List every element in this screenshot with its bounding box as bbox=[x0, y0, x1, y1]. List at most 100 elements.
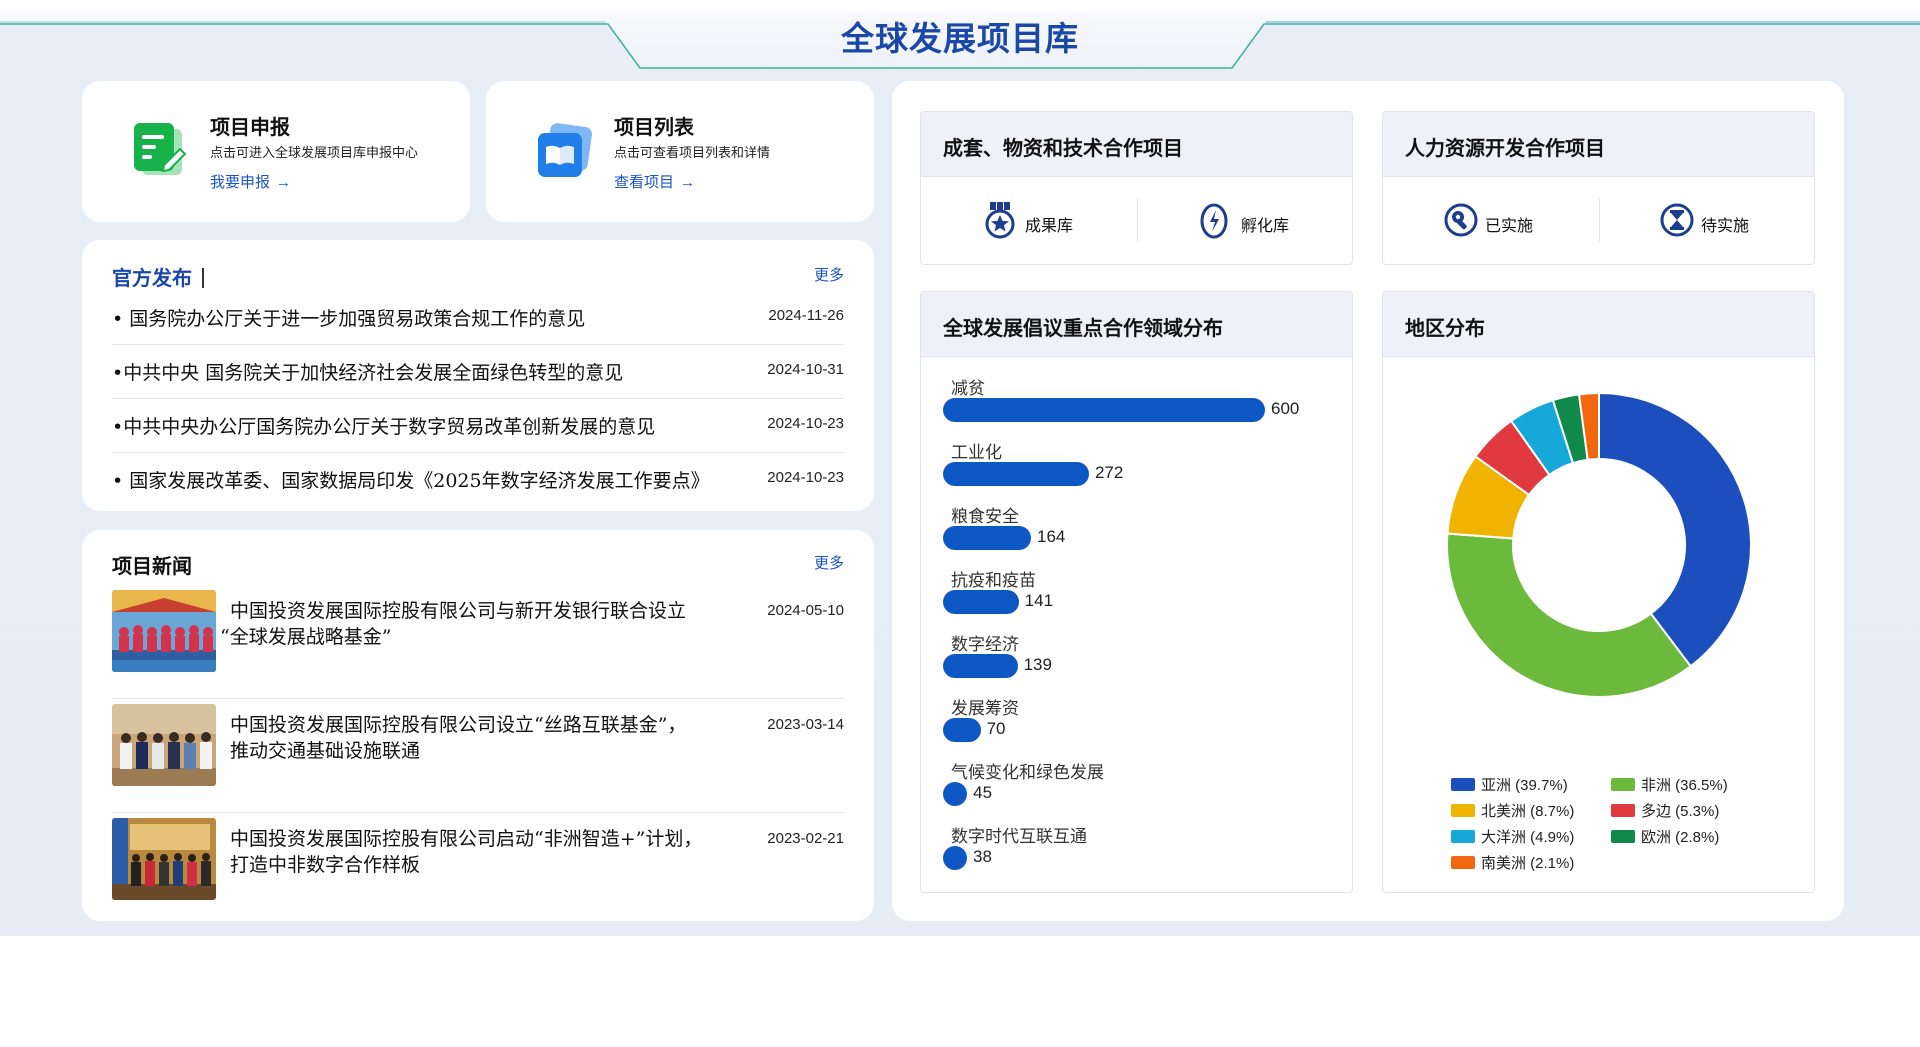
bar[interactable] bbox=[943, 782, 968, 806]
bar-value-label: 272 bbox=[1094, 463, 1124, 482]
project-list-card[interactable]: 项目列表 点击可查看项目列表和详情 查看项目 → bbox=[486, 81, 874, 222]
apply-link-label[interactable]: 我要申报 bbox=[210, 174, 270, 191]
bar-category-label: 工业化 bbox=[951, 443, 1002, 462]
legend-label: 大洋洲 (4.9%) bbox=[1481, 829, 1575, 846]
news-date: 2024-05-10 bbox=[767, 602, 844, 619]
incubator-icon bbox=[1200, 203, 1228, 239]
bar[interactable] bbox=[943, 398, 1265, 422]
news-title-line[interactable]: 中国投资发展国际控股有限公司启动“非洲智造+”计划， bbox=[230, 826, 730, 852]
notice-date: 2024-10-23 bbox=[767, 469, 844, 486]
bar-value-label: 139 bbox=[1023, 655, 1052, 674]
bar[interactable] bbox=[943, 590, 1019, 614]
incubator-library-label[interactable]: 孵化库 bbox=[1241, 212, 1289, 236]
project-list-title: 项目列表 bbox=[614, 117, 694, 139]
notice-title[interactable]: •中共中央办公厅国务院办公厅关于数字贸易改革创新发展的意见 bbox=[112, 412, 752, 439]
notice-title[interactable]: • 国家发展改革委、国家数据局印发《2025年数字经济发展工作要点》 bbox=[112, 466, 752, 493]
notice-item[interactable]: • 国家发展改革委、国家数据局印发《2025年数字经济发展工作要点》 2024-… bbox=[112, 452, 844, 506]
notice-item[interactable]: •中共中央办公厅国务院办公厅关于数字贸易改革创新发展的意见 2024-10-23 bbox=[112, 398, 844, 453]
news-title-line[interactable]: “全球发展战略基金” bbox=[220, 624, 730, 650]
bar[interactable] bbox=[943, 718, 981, 742]
legend-swatch bbox=[1611, 830, 1635, 843]
view-projects-label[interactable]: 查看项目 bbox=[614, 174, 674, 191]
notice-title[interactable]: •中共中央 国务院关于加快经济社会发展全面绿色转型的意见 bbox=[112, 358, 752, 385]
cooperation-panel-header: 成套、物资和技术合作项目 bbox=[921, 112, 1352, 177]
legend-label: 欧洲 (2.8%) bbox=[1641, 829, 1720, 846]
apply-link[interactable]: 我要申报 → bbox=[210, 171, 291, 192]
view-projects-link[interactable]: 查看项目 → bbox=[614, 171, 695, 192]
legend-swatch bbox=[1451, 804, 1475, 817]
project-list-desc: 点击可查看项目列表和详情 bbox=[614, 145, 771, 160]
region-distribution-panel: 地区分布 亚洲 (39.7%) 非洲 (36.5%) 北美洲 (8.7%) 多边 (5… bbox=[1382, 291, 1815, 893]
bar-value-label: 141 bbox=[1024, 591, 1054, 610]
bar[interactable] bbox=[943, 526, 1031, 550]
notice-date: 2024-11-26 bbox=[768, 307, 844, 324]
news-title[interactable]: 中国投资发展国际控股有限公司与新开发银行联合设立 “全球发展战略基金” bbox=[220, 598, 730, 650]
cooperation-projects-panel: 成套、物资和技术合作项目 成果库 孵化库 bbox=[920, 111, 1353, 265]
bar[interactable] bbox=[943, 846, 967, 870]
news-title[interactable]: 中国投资发展国际控股有限公司设立“丝路互联基金”， 推动交通基础设施联通 bbox=[230, 712, 730, 764]
wrench-icon bbox=[1444, 203, 1478, 237]
legend-item[interactable]: 非洲 (36.5%) bbox=[1611, 774, 1728, 795]
official-more-link[interactable]: 更多 bbox=[814, 264, 844, 285]
official-release-card: 官方发布 更多 • 国务院办公厅关于进一步加强贸易政策合规工作的意见 2024-… bbox=[82, 240, 874, 511]
achievement-library-label[interactable]: 成果库 bbox=[1025, 212, 1073, 236]
news-thumbnail[interactable] bbox=[112, 818, 216, 900]
bar-category-label: 减贫 bbox=[951, 379, 985, 398]
legend-item[interactable]: 南美洲 (2.1%) bbox=[1451, 852, 1574, 873]
news-title-line[interactable]: 中国投资发展国际控股有限公司设立“丝路互联基金”， bbox=[230, 712, 730, 738]
bar[interactable] bbox=[943, 654, 1018, 678]
notice-date: 2024-10-23 bbox=[767, 415, 844, 432]
legend-label: 亚洲 (39.7%) bbox=[1481, 777, 1568, 794]
news-title-line[interactable]: 中国投资发展国际控股有限公司与新开发银行联合设立 bbox=[230, 598, 730, 624]
project-apply-desc: 点击可进入全球发展项目库申报中心 bbox=[210, 145, 419, 160]
legend-item[interactable]: 亚洲 (39.7%) bbox=[1451, 774, 1568, 795]
bar-category-label: 发展筹资 bbox=[951, 699, 1019, 718]
panel-divider bbox=[1137, 198, 1138, 242]
notice-item[interactable]: •中共中央 国务院关于加快经济社会发展全面绿色转型的意见 2024-10-31 bbox=[112, 344, 844, 399]
cooperation-field-panel: 全球发展倡议重点合作领域分布 减贫 600 工业化 272 粮食安全 164 抗疫和疫苗 14… bbox=[920, 291, 1353, 893]
document-edit-icon bbox=[134, 123, 187, 175]
page-title: 全球发展项目库 bbox=[841, 20, 1079, 57]
bar-panel-header: 全球发展倡议重点合作领域分布 bbox=[921, 292, 1352, 357]
news-more-link[interactable]: 更多 bbox=[814, 552, 844, 573]
pending-label[interactable]: 待实施 bbox=[1701, 212, 1749, 236]
notice-title[interactable]: • 国务院办公厅关于进一步加强贸易政策合规工作的意见 bbox=[112, 304, 752, 331]
legend-item[interactable]: 欧洲 (2.8%) bbox=[1611, 826, 1719, 847]
bar-value-label: 70 bbox=[986, 719, 1006, 738]
bar[interactable] bbox=[943, 462, 1089, 486]
bar-value-label: 38 bbox=[973, 847, 992, 866]
news-title-line[interactable]: 推动交通基础设施联通 bbox=[230, 738, 730, 764]
news-item[interactable]: 中国投资发展国际控股有限公司与新开发银行联合设立 “全球发展战略基金” 2024… bbox=[112, 586, 844, 699]
news-thumbnail[interactable] bbox=[112, 704, 216, 786]
project-news-title: 项目新闻 bbox=[112, 556, 192, 578]
bar-panel-title: 全球发展倡议重点合作领域分布 bbox=[943, 318, 1223, 340]
legend-swatch bbox=[1451, 830, 1475, 843]
legend-item[interactable]: 多边 (5.3%) bbox=[1611, 800, 1719, 821]
news-title-line[interactable]: 打造中非数字合作样板 bbox=[230, 852, 730, 878]
legend-label: 多边 (5.3%) bbox=[1641, 803, 1720, 820]
news-item[interactable]: 中国投资发展国际控股有限公司设立“丝路互联基金”， 推动交通基础设施联通 202… bbox=[112, 700, 844, 813]
project-apply-card[interactable]: 项目申报 点击可进入全球发展项目库申报中心 我要申报 → bbox=[82, 81, 470, 222]
news-title[interactable]: 中国投资发展国际控股有限公司启动“非洲智造+”计划， 打造中非数字合作样板 bbox=[230, 826, 730, 878]
notice-date: 2024-10-31 bbox=[767, 361, 844, 378]
news-date: 2023-03-14 bbox=[767, 716, 844, 733]
bar-category-label: 气候变化和绿色发展 bbox=[951, 763, 1104, 782]
bar-value-label: 164 bbox=[1037, 527, 1066, 546]
news-thumbnail[interactable] bbox=[112, 590, 216, 672]
hourglass-icon bbox=[1660, 203, 1694, 237]
bar-category-label: 数字经济 bbox=[951, 635, 1019, 654]
page-header: 全球发展项目库 bbox=[0, 0, 1920, 80]
legend-swatch bbox=[1451, 856, 1475, 869]
legend-swatch bbox=[1611, 778, 1635, 791]
cooperation-field-bar-chart: 减贫 600 工业化 272 粮食安全 164 抗疫和疫苗 141 数字经济 139 发展筹资 70 气… bbox=[943, 374, 1333, 874]
implemented-label[interactable]: 已实施 bbox=[1485, 212, 1533, 236]
arrow-right-icon: → bbox=[276, 174, 292, 191]
legend-item[interactable]: 大洋洲 (4.9%) bbox=[1451, 826, 1574, 847]
legend-item[interactable]: 北美洲 (8.7%) bbox=[1451, 800, 1574, 821]
legend-label: 南美洲 (2.1%) bbox=[1481, 855, 1575, 872]
book-icon bbox=[538, 123, 592, 177]
news-item[interactable]: 中国投资发展国际控股有限公司启动“非洲智造+”计划， 打造中非数字合作样板 20… bbox=[112, 814, 844, 926]
notice-item[interactable]: • 国务院办公厅关于进一步加强贸易政策合规工作的意见 2024-11-26 bbox=[112, 290, 844, 345]
cooperation-panel-title: 成套、物资和技术合作项目 bbox=[943, 138, 1183, 160]
medal-icon bbox=[985, 202, 1015, 239]
